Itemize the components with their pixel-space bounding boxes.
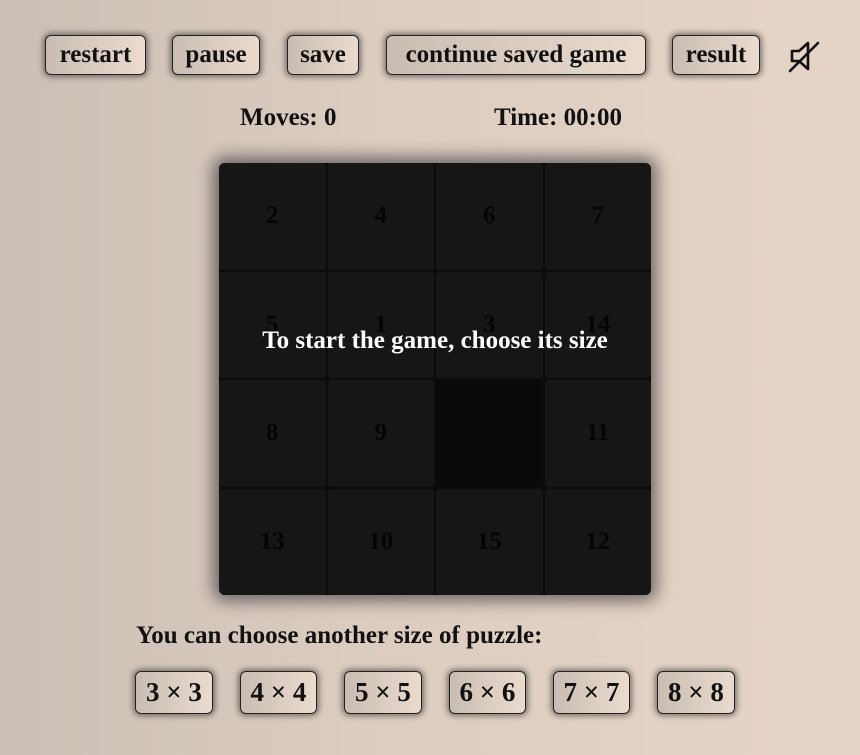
puzzle-tile[interactable]: 11: [544, 380, 651, 487]
size-6x6-button[interactable]: 6 × 6: [449, 671, 526, 714]
moves-counter: Moves: 0: [240, 104, 337, 131]
puzzle-tile[interactable]: 4: [327, 163, 434, 270]
puzzle-board: 2 4 6 7 5 1 3 14 8 9 11 13 10 15 12 To start the game,…: [219, 163, 651, 595]
puzzle-tile[interactable]: 7: [544, 163, 651, 270]
size-8x8-button[interactable]: 8 × 8: [657, 671, 735, 714]
puzzle-tile[interactable]: 8: [219, 380, 326, 487]
puzzle-tile[interactable]: 3: [436, 271, 543, 378]
timer: Time: 00:00: [494, 104, 622, 131]
size-3x3-button[interactable]: 3 × 3: [135, 671, 213, 714]
puzzle-grid: 2 4 6 7 5 1 3 14 8 9 11 13 10 15 12: [219, 163, 651, 595]
puzzle-tile[interactable]: 2: [219, 163, 326, 270]
result-button[interactable]: result: [672, 35, 760, 75]
puzzle-tile[interactable]: 14: [544, 271, 651, 378]
size-4x4-button[interactable]: 4 × 4: [240, 671, 317, 714]
puzzle-tile[interactable]: 9: [327, 380, 434, 487]
continue-saved-game-button[interactable]: continue saved game: [386, 35, 646, 75]
puzzle-tile[interactable]: 6: [436, 163, 543, 270]
empty-cell: [436, 380, 543, 487]
puzzle-tile[interactable]: 10: [327, 488, 434, 595]
sound-muted-icon: [788, 41, 820, 73]
pause-button[interactable]: pause: [172, 35, 260, 75]
size-chooser-label: You can choose another size of puzzle:: [136, 622, 543, 649]
puzzle-tile[interactable]: 15: [436, 488, 543, 595]
size-5x5-button[interactable]: 5 × 5: [344, 671, 422, 714]
size-7x7-button[interactable]: 7 × 7: [553, 671, 630, 714]
restart-button[interactable]: restart: [45, 35, 146, 75]
puzzle-tile[interactable]: 1: [327, 271, 434, 378]
puzzle-tile[interactable]: 13: [219, 488, 326, 595]
puzzle-tile[interactable]: 12: [544, 488, 651, 595]
save-button[interactable]: save: [287, 35, 359, 75]
sound-toggle-button[interactable]: [786, 38, 822, 74]
puzzle-tile[interactable]: 5: [219, 271, 326, 378]
